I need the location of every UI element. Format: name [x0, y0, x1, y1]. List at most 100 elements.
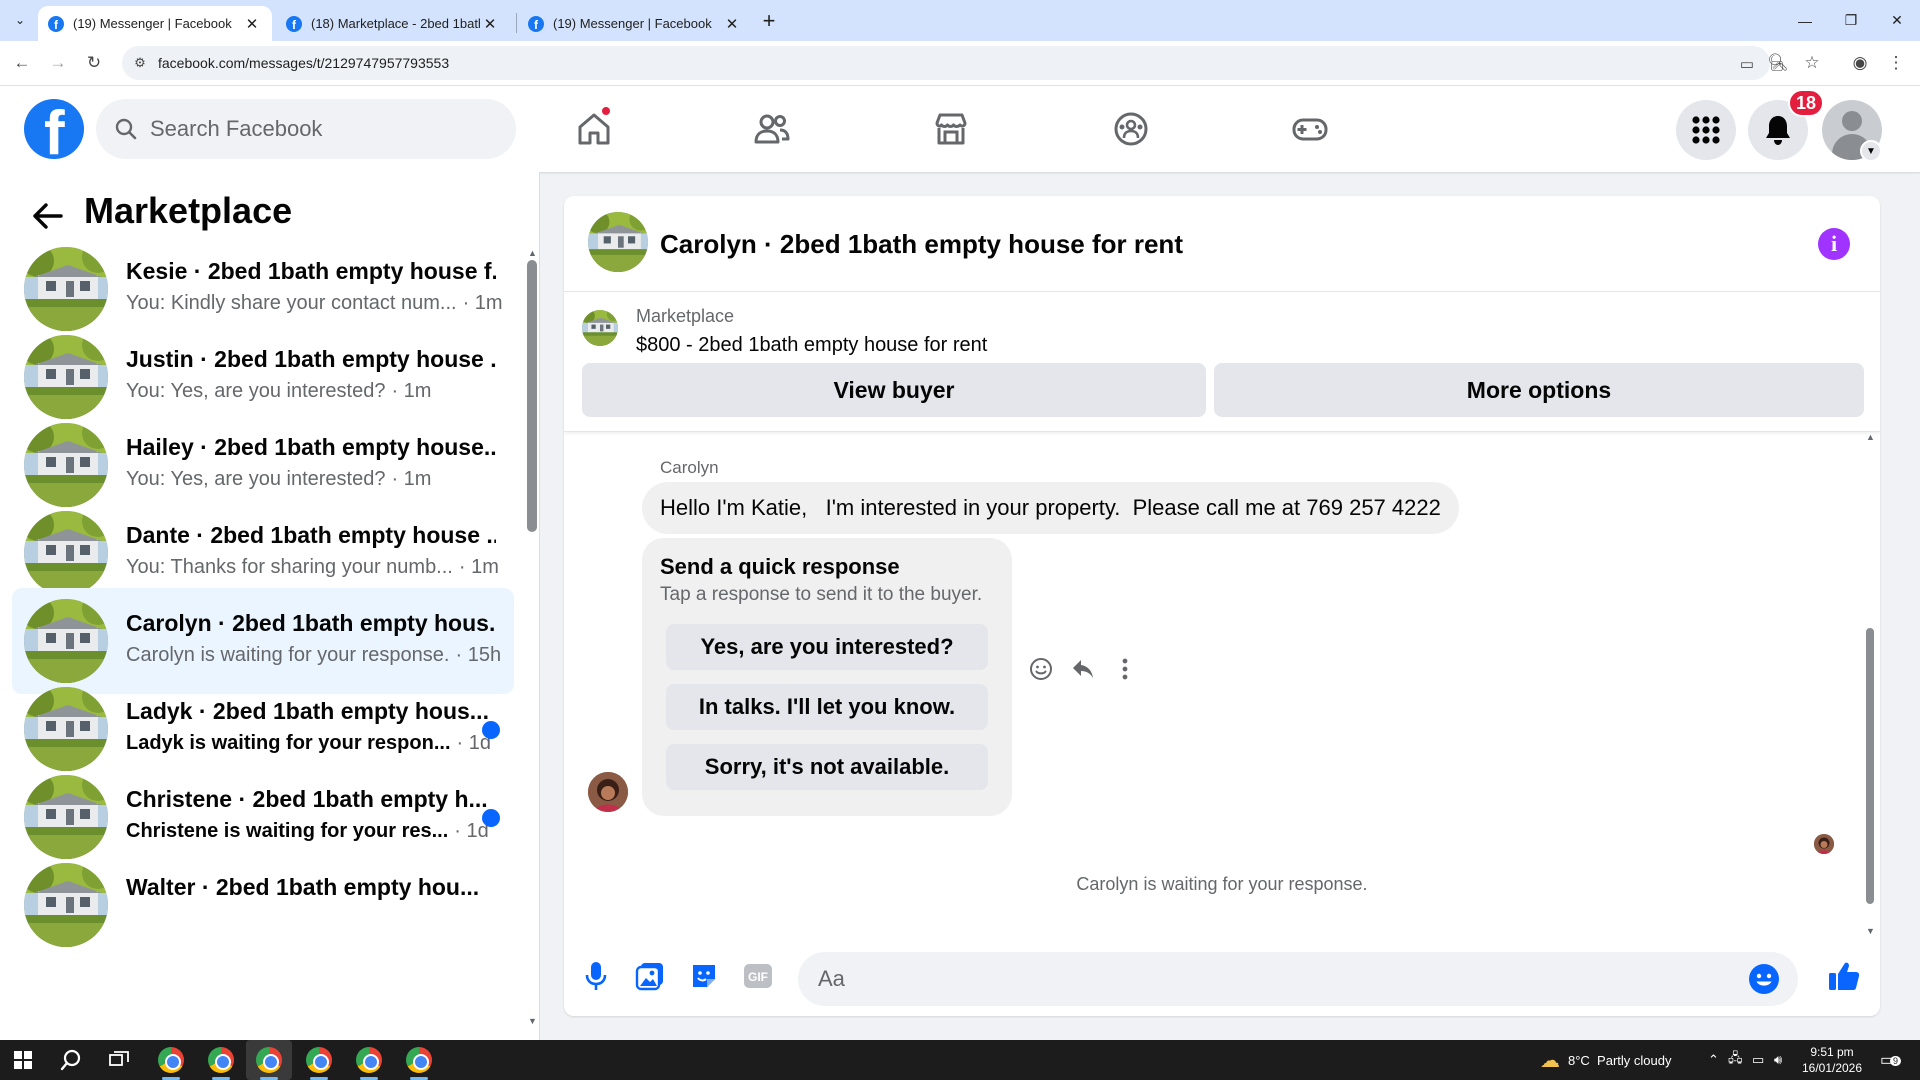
reply-icon[interactable]	[1068, 654, 1098, 684]
weather-widget[interactable]: ☁ 8°C Partly cloudy	[1540, 1040, 1671, 1080]
site-info-icon[interactable]: ⚙	[132, 55, 148, 71]
battery-icon[interactable]: ▭	[1752, 1040, 1764, 1080]
unread-dot	[482, 809, 500, 827]
close-tab-icon[interactable]: ✕	[722, 14, 742, 34]
microphone-icon[interactable]	[578, 958, 614, 994]
chrome-taskbar-icon[interactable]	[246, 1040, 292, 1080]
conversation-thumbnail	[24, 863, 108, 947]
back-icon[interactable]: ←	[8, 49, 36, 77]
address-bar[interactable]: ⚙ facebook.com/messages/t/21297479577935…	[122, 46, 1770, 80]
chrome-taskbar-icon[interactable]	[296, 1040, 342, 1080]
windows-start-icon[interactable]	[0, 1040, 46, 1080]
browser-tab-1[interactable]: f (19) Messenger | Facebook ✕	[38, 6, 272, 41]
scroll-down-icon[interactable]: ▼	[1866, 926, 1875, 936]
minimize-icon[interactable]: —	[1782, 0, 1828, 41]
svg-text:GIF: GIF	[748, 970, 768, 984]
gif-icon[interactable]: GIF	[740, 958, 776, 994]
more-options-button[interactable]: More options	[1214, 363, 1864, 417]
restore-icon[interactable]: ❐	[1828, 0, 1874, 41]
home-notification-dot	[600, 105, 612, 117]
conversation-item[interactable]: Walter · 2bed 1bath empty hou...	[12, 852, 514, 958]
preview-time: · 1m	[391, 380, 432, 402]
listing-thumbnail-small[interactable]	[582, 310, 618, 346]
photo-gallery-icon[interactable]	[632, 958, 668, 994]
clock-time: 9:51 pm	[1810, 1045, 1854, 1059]
close-window-icon[interactable]: ✕	[1874, 0, 1920, 41]
new-tab-icon[interactable]: +	[756, 8, 782, 34]
message-input[interactable]: Aa	[798, 952, 1798, 1006]
browser-toolbar: ← → ↻ ⚙ facebook.com/messages/t/21297479…	[0, 41, 1920, 86]
scroll-up-icon[interactable]: ▲	[528, 248, 537, 258]
browser-tab-2[interactable]: f (18) Marketplace - 2bed 1bath ✕	[276, 6, 510, 41]
conversation-name: Carolyn · 2bed 1bath empty hous...	[126, 610, 496, 636]
tab-search-dropdown-icon[interactable]: ⌄	[8, 8, 32, 32]
chrome-taskbar-icon[interactable]	[396, 1040, 442, 1080]
nav-friends[interactable]	[742, 99, 802, 159]
chrome-taskbar-icon[interactable]	[148, 1040, 194, 1080]
view-buyer-button[interactable]: View buyer	[582, 363, 1206, 417]
reload-icon[interactable]: ↻	[80, 49, 108, 77]
chat-title[interactable]: Carolyn · 2bed 1bath empty house for ren…	[660, 229, 1183, 260]
facebook-favicon-icon: f	[48, 15, 64, 32]
more-actions-icon[interactable]	[1110, 654, 1140, 684]
listing-title[interactable]: $800 - 2bed 1bath empty house for rent	[636, 334, 987, 357]
facebook-logo-icon[interactable]: f	[24, 99, 84, 159]
forward-icon[interactable]: →	[44, 49, 72, 77]
browser-tab-bar: ⌄ f (19) Messenger | Facebook ✕ f (18) M…	[0, 0, 1920, 41]
tray-chevron-up-icon[interactable]: ⌃	[1708, 1040, 1719, 1080]
clock[interactable]: 9:51 pm 16/01/2026	[1796, 1040, 1868, 1080]
notification-center-icon[interactable]: ▭ 9	[1880, 1040, 1902, 1080]
emoji-picker-icon[interactable]	[1748, 963, 1780, 995]
conversation-preview: You: Kindly share your contact num... · 1…	[126, 292, 503, 315]
nav-home[interactable]	[564, 99, 624, 159]
browser-tab-3[interactable]: f (19) Messenger | Facebook ✕	[518, 6, 752, 41]
scrollbar-thumb[interactable]	[527, 260, 537, 532]
profile-icon[interactable]: ◉	[1846, 49, 1874, 77]
back-arrow-icon[interactable]	[28, 196, 68, 236]
preview-text: Ladyk is waiting for your respon...	[126, 732, 451, 754]
browser-menu-icon[interactable]: ⋮	[1882, 49, 1910, 77]
chat-scrollbar[interactable]: ▲ ▼	[1864, 432, 1876, 938]
preview-text: Carolyn is waiting for your response.	[126, 644, 450, 666]
scroll-down-icon[interactable]: ▼	[528, 1016, 537, 1026]
taskbar-search-icon[interactable]	[48, 1040, 94, 1080]
nav-gaming[interactable]	[1280, 99, 1340, 159]
conversation-name: Walter · 2bed 1bath empty hou...	[126, 874, 480, 900]
bookmark-star-icon[interactable]: ☆	[1798, 49, 1826, 77]
zoom-icon[interactable]: 🔍︎	[1764, 49, 1792, 77]
quick-response-option[interactable]: In talks. I'll let you know.	[666, 684, 988, 730]
scrollbar-thumb[interactable]	[1866, 628, 1874, 904]
search-field[interactable]: Search Facebook	[96, 99, 516, 159]
facebook-top-nav: f Search Facebook 18 ▼	[0, 86, 1920, 172]
message-bubble[interactable]: Hello I'm Katie, I'm interested in your …	[642, 482, 1459, 534]
sticker-icon[interactable]	[686, 958, 722, 994]
close-tab-icon[interactable]: ✕	[480, 14, 500, 34]
quick-response-option[interactable]: Sorry, it's not available.	[666, 744, 988, 790]
nav-groups[interactable]	[1101, 99, 1161, 159]
sender-avatar[interactable]	[588, 772, 628, 812]
network-icon[interactable]: 🖧︎	[1728, 1040, 1743, 1080]
url-text[interactable]: facebook.com/messages/t/2129747957793553	[158, 55, 449, 71]
like-thumbs-up-icon[interactable]	[1826, 958, 1862, 994]
react-emoji-icon[interactable]	[1026, 654, 1056, 684]
scroll-up-icon[interactable]: ▲	[1866, 432, 1875, 442]
gaming-icon	[1292, 118, 1328, 141]
preview-time: · 1m	[462, 292, 503, 314]
cast-icon[interactable]: ▭	[1736, 53, 1758, 75]
listing-thumbnail[interactable]	[588, 212, 648, 272]
chrome-taskbar-icon[interactable]	[198, 1040, 244, 1080]
task-view-icon[interactable]	[96, 1040, 142, 1080]
close-tab-icon[interactable]: ✕	[242, 14, 262, 34]
tab-title: (18) Marketplace - 2bed 1bath	[311, 16, 480, 31]
menu-button[interactable]	[1676, 100, 1736, 160]
volume-icon[interactable]: 🔊︎	[1774, 1040, 1782, 1080]
sidebar-scrollbar[interactable]: ▲ ▼	[527, 248, 537, 1028]
conversation-preview: Ladyk is waiting for your respon... · 1d	[126, 732, 491, 755]
message-thread: Carolyn Hello I'm Katie, I'm interested …	[564, 432, 1880, 938]
chrome-taskbar-icon[interactable]	[346, 1040, 392, 1080]
quick-response-option[interactable]: Yes, are you interested?	[666, 624, 988, 670]
marketplace-sidebar: Marketplace Kesie · 2bed 1bath empty hou…	[0, 172, 540, 1040]
account-chevron-down-icon[interactable]: ▼	[1860, 140, 1882, 162]
nav-marketplace[interactable]	[921, 99, 981, 159]
info-icon[interactable]: i	[1818, 228, 1850, 260]
